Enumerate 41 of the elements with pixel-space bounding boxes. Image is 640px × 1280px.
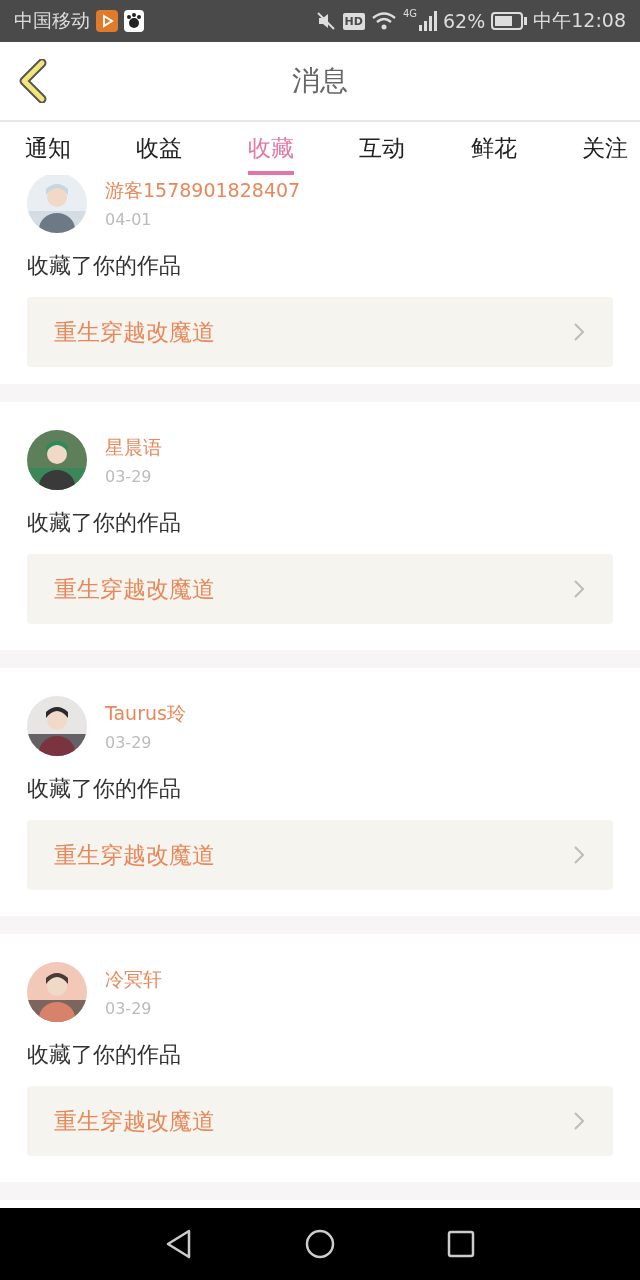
tab[interactable]: 互动 <box>359 122 406 175</box>
work-link[interactable]: 重生穿越改魔道 <box>27 1086 613 1156</box>
chevron-icon <box>573 579 585 599</box>
message-text: 收藏了你的作品 <box>27 509 182 537</box>
tab[interactable]: 鲜花 <box>470 122 517 175</box>
message-date: 03-29 <box>105 732 153 752</box>
battery-icon <box>491 12 528 30</box>
tab[interactable]: 通知 <box>25 122 71 175</box>
chevron-icon <box>573 1111 585 1131</box>
wifi-icon <box>370 11 397 31</box>
user-name[interactable]: Taurus玲 <box>105 700 186 727</box>
clock-time: 中午12:08 <box>533 8 626 33</box>
carrier-name: 中国移动 <box>14 8 90 33</box>
message-date: 03-29 <box>105 998 153 1018</box>
page-title: 消息 <box>292 63 348 99</box>
work-link[interactable]: 重生穿越改魔道 <box>27 297 613 367</box>
message-text: 收藏了你的作品 <box>27 1041 182 1069</box>
play-app-icon <box>96 10 118 32</box>
tab[interactable]: 关注 <box>581 122 628 175</box>
chevron-icon <box>573 322 585 342</box>
signal-icon <box>419 11 437 31</box>
work-link[interactable]: 重生穿越改魔道 <box>27 554 613 624</box>
back-nav-icon[interactable] <box>165 1228 193 1260</box>
user-name[interactable]: 游客1578901828407 <box>105 177 301 204</box>
battery-percent: 62% <box>443 10 486 32</box>
home-nav-icon[interactable] <box>305 1229 335 1259</box>
user-name[interactable]: 冷冥轩 <box>105 966 162 993</box>
hd-badge: HD <box>342 12 365 30</box>
mute-icon <box>314 10 337 32</box>
network-label: 4G <box>402 8 417 19</box>
work-link[interactable]: 重生穿越改魔道 <box>27 820 613 890</box>
recents-nav-icon[interactable] <box>447 1230 475 1258</box>
back-icon[interactable] <box>18 59 48 103</box>
chevron-icon <box>573 845 585 865</box>
tab[interactable]: 收益 <box>136 122 183 175</box>
message-date: 03-29 <box>105 466 153 486</box>
message-date: 04-01 <box>105 209 153 229</box>
message-text: 收藏了你的作品 <box>27 252 182 280</box>
message-text: 收藏了你的作品 <box>27 775 182 803</box>
paw-app-icon <box>124 10 144 32</box>
user-name[interactable]: 星晨语 <box>105 434 162 461</box>
